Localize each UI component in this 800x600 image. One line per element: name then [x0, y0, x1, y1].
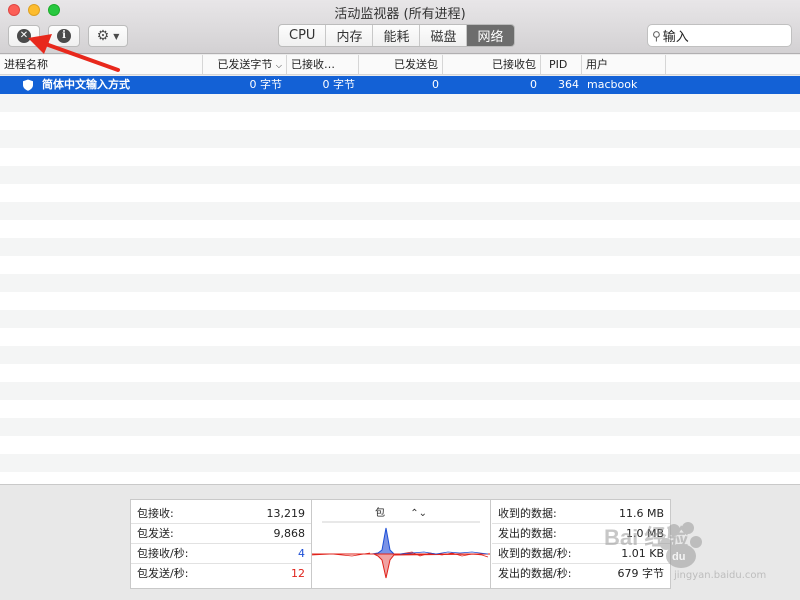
- chevron-down-icon: ▼: [113, 31, 120, 41]
- tab-disk[interactable]: 磁盘: [419, 25, 466, 46]
- network-graph: 包 ⌃⌄: [311, 500, 491, 588]
- empty-row: [0, 346, 800, 364]
- stat-data-sent-per-sec: 发出的数据/秒: 679 字节: [492, 564, 670, 584]
- stop-process-button[interactable]: ✕: [8, 25, 40, 47]
- empty-row: [0, 310, 800, 328]
- info-icon: i: [57, 29, 71, 43]
- empty-row: [0, 400, 800, 418]
- stat-value: 679 字节: [617, 567, 665, 580]
- column-header-pid[interactable]: PID: [541, 55, 582, 74]
- table-row[interactable]: 简体中文输入方式 0 字节 0 字节 0 0 364 macbook: [0, 76, 800, 94]
- network-stats-box: 包接收: 13,219 包发送: 9,868 包接收/秒: 4 包发送/秒: 1…: [130, 499, 671, 589]
- empty-row: [0, 94, 800, 112]
- packets-graph: [312, 521, 490, 579]
- tab-energy[interactable]: 能耗: [372, 25, 419, 46]
- column-header-process-name[interactable]: 进程名称: [0, 55, 203, 74]
- bytes-received-value: 0 字节: [322, 78, 356, 91]
- column-header-bytes-received[interactable]: 已接收…: [287, 55, 359, 74]
- tab-memory[interactable]: 内存: [325, 25, 372, 46]
- empty-row: [0, 328, 800, 346]
- empty-row: [0, 166, 800, 184]
- stat-label: 包接收/秒:: [137, 547, 189, 560]
- stat-value: 11.6 MB: [618, 507, 664, 520]
- stat-label: 发出的数据:: [498, 527, 557, 540]
- empty-row: [0, 256, 800, 274]
- stat-label: 包接收:: [137, 507, 174, 520]
- stat-packets-in-per-sec: 包接收/秒: 4: [131, 544, 311, 564]
- stat-value: 1.0 MB: [625, 527, 664, 540]
- user-value: macbook: [587, 78, 638, 91]
- stat-packets-out-per-sec: 包发送/秒: 12: [131, 564, 311, 584]
- empty-row: [0, 436, 800, 454]
- packet-stats: 包接收: 13,219 包发送: 9,868 包接收/秒: 4 包发送/秒: 1…: [131, 500, 311, 588]
- gear-icon: ⚙: [96, 28, 110, 44]
- empty-row: [0, 202, 800, 220]
- empty-row: [0, 112, 800, 130]
- column-header-packets-sent[interactable]: 已发送包: [359, 55, 443, 74]
- empty-row: [0, 418, 800, 436]
- stat-label: 包发送:: [137, 527, 174, 540]
- category-tabs: CPU 内存 能耗 磁盘 网络: [278, 24, 515, 47]
- process-table: 简体中文输入方式 0 字节 0 字节 0 0 364 macbook: [0, 76, 800, 484]
- sort-descending-icon: ⌵: [275, 61, 282, 70]
- stat-value: 4: [298, 547, 305, 560]
- empty-row: [0, 220, 800, 238]
- stat-label: 收到的数据/秒:: [498, 547, 572, 560]
- search-field[interactable]: ⚲ ✕: [647, 24, 800, 47]
- title-bar: 活动监视器 (所有进程) ✕ i ⚙ ▼ CPU 内存 能耗 磁盘 网络 ⚲ ✕: [0, 0, 800, 54]
- stat-data-sent: 发出的数据: 1.0 MB: [492, 524, 670, 544]
- data-stats: 收到的数据: 11.6 MB 发出的数据: 1.0 MB 收到的数据/秒: 1.…: [492, 500, 670, 588]
- bytes-sent-value: 0 字节: [249, 78, 283, 91]
- empty-row: [0, 148, 800, 166]
- tab-network[interactable]: 网络: [466, 25, 514, 46]
- empty-row: [0, 274, 800, 292]
- empty-row: [0, 382, 800, 400]
- empty-row: [0, 130, 800, 148]
- inspect-process-button[interactable]: i: [48, 25, 80, 47]
- stat-label: 包发送/秒:: [137, 567, 189, 580]
- stat-value: 9,868: [273, 527, 306, 540]
- shield-icon: [23, 79, 33, 91]
- stat-packets-in: 包接收: 13,219: [131, 504, 311, 524]
- pid-value: 364: [558, 78, 579, 91]
- column-header-user[interactable]: 用户: [582, 55, 666, 74]
- packets-sent-value: 0: [432, 78, 439, 91]
- process-name: 简体中文输入方式: [42, 78, 130, 91]
- column-header-bytes-sent[interactable]: 已发送字节 ⌵: [203, 55, 287, 74]
- packets-received-value: 0: [530, 78, 537, 91]
- empty-row: [0, 238, 800, 256]
- network-summary-panel: 包接收: 13,219 包发送: 9,868 包接收/秒: 4 包发送/秒: 1…: [0, 484, 800, 600]
- action-menu-button[interactable]: ⚙ ▼: [88, 25, 128, 47]
- stat-value: 1.01 KB: [621, 547, 664, 560]
- stat-value: 12: [291, 567, 305, 580]
- x-circle-icon: ✕: [17, 29, 31, 43]
- search-icon: ⚲: [652, 28, 661, 43]
- stat-packets-out: 包发送: 9,868: [131, 524, 311, 544]
- empty-row: [0, 364, 800, 382]
- table-header: 进程名称 已发送字节 ⌵ 已接收… 已发送包 已接收包 PID 用户: [0, 55, 800, 75]
- column-header-packets-received[interactable]: 已接收包: [443, 55, 541, 74]
- stat-value: 13,219: [266, 507, 306, 520]
- stat-label: 收到的数据:: [498, 507, 557, 520]
- empty-row: [0, 454, 800, 472]
- stat-label: 发出的数据/秒:: [498, 567, 572, 580]
- empty-row: [0, 292, 800, 310]
- window-title: 活动监视器 (所有进程): [334, 7, 466, 22]
- empty-row: [0, 184, 800, 202]
- stat-data-received-per-sec: 收到的数据/秒: 1.01 KB: [492, 544, 670, 564]
- column-header-bytes-sent-label: 已发送字节: [217, 58, 273, 71]
- tab-cpu[interactable]: CPU: [279, 25, 325, 46]
- stat-data-received: 收到的数据: 11.6 MB: [492, 504, 670, 524]
- search-input[interactable]: [660, 28, 800, 43]
